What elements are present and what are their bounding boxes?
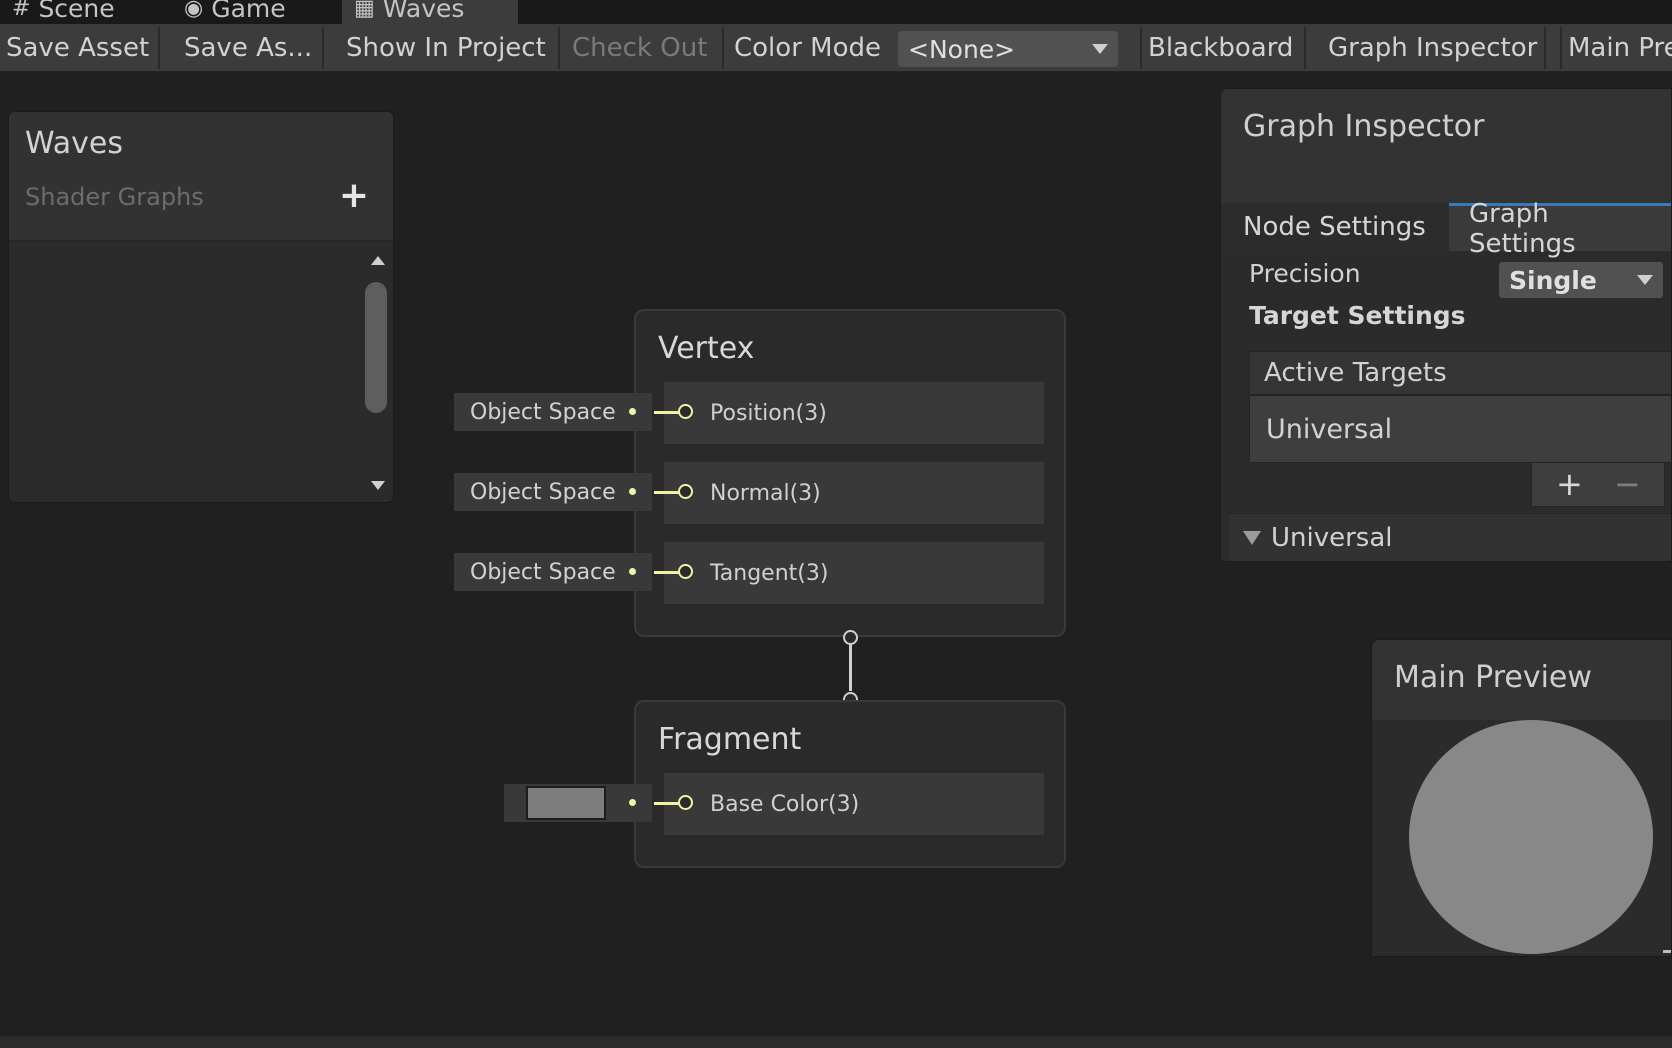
vertex-node-title: Vertex <box>658 331 755 366</box>
tab-scene[interactable]: # Scene <box>0 0 127 24</box>
active-targets-footer: + − <box>1531 463 1665 507</box>
save-asset-button[interactable]: Save Asset <box>0 27 160 69</box>
precision-dropdown[interactable]: Single <box>1499 262 1663 298</box>
remove-target-button[interactable]: − <box>1614 465 1641 503</box>
shader-graph-window: # Scene ◉ Game ▦ Waves Save Asset Save A… <box>0 0 1672 1048</box>
shader-graph-icon: ▦ <box>354 0 375 21</box>
tangent-output-dot <box>629 568 636 575</box>
vertex-slot-tangent[interactable]: Tangent(3) <box>664 542 1044 604</box>
position-output-dot <box>629 408 636 415</box>
base-color-output-dot <box>629 799 636 806</box>
main-preview-title: Main Preview <box>1394 660 1592 695</box>
grid-hash-icon: # <box>12 0 31 21</box>
tangent-port[interactable] <box>678 564 693 579</box>
blackboard-panel: Waves Shader Graphs + <box>8 111 394 503</box>
blackboard-title: Waves <box>25 126 123 161</box>
blackboard-subtitle: Shader Graphs <box>25 183 204 211</box>
check-out-button[interactable]: Check Out <box>566 27 724 69</box>
blackboard-toggle-button[interactable]: Blackboard <box>1140 27 1306 69</box>
active-target-item[interactable]: Universal <box>1249 395 1671 463</box>
gamepad-icon: ◉ <box>184 0 204 21</box>
fragment-slot-base-color[interactable]: Base Color(3) <box>664 773 1044 835</box>
fragment-node-title: Fragment <box>658 722 802 757</box>
vertex-slot-normal[interactable]: Normal(3) <box>664 462 1044 524</box>
show-in-project-button[interactable]: Show In Project <box>340 27 560 69</box>
tab-waves-label: Waves <box>382 0 465 23</box>
main-preview-panel: Main Preview <box>1371 639 1672 957</box>
blackboard-header: Waves Shader Graphs + <box>9 112 393 242</box>
universal-section-label: Universal <box>1271 522 1393 553</box>
main-preview-toggle-button[interactable]: Main Preview <box>1560 27 1672 69</box>
tangent-space-input[interactable]: Object Space <box>454 553 652 591</box>
tab-waves[interactable]: ▦ Waves <box>342 0 518 24</box>
add-target-button[interactable]: + <box>1556 465 1583 503</box>
chevron-down-icon <box>1637 275 1653 285</box>
fragment-node[interactable]: Fragment Base Color(3) <box>634 700 1066 868</box>
chevron-down-icon <box>1092 44 1108 54</box>
vertex-fragment-flow-edge <box>849 643 852 691</box>
scroll-down-arrow-icon[interactable] <box>371 481 385 490</box>
tab-graph-settings[interactable]: Graph Settings <box>1449 199 1671 259</box>
toolbar: Save Asset Save As... Show In Project Ch… <box>0 24 1672 72</box>
base-color-port[interactable] <box>678 795 693 810</box>
vertex-slot-position[interactable]: Position(3) <box>664 382 1044 444</box>
precision-label: Precision <box>1249 259 1361 288</box>
status-bar <box>0 1036 1672 1048</box>
graph-inspector-toggle-button[interactable]: Graph Inspector <box>1322 27 1546 69</box>
graph-inspector-header: Graph Inspector <box>1221 89 1671 203</box>
graph-inspector-panel: Graph Inspector Node Settings Graph Sett… <box>1220 88 1672 562</box>
save-as-button[interactable]: Save As... <box>178 27 324 69</box>
blackboard-scrollbar-thumb[interactable] <box>365 282 387 413</box>
foldout-triangle-icon <box>1243 530 1261 545</box>
tab-node-settings[interactable]: Node Settings <box>1221 203 1449 251</box>
color-mode-label: Color Mode <box>734 33 881 63</box>
precision-value: Single <box>1509 265 1597 295</box>
tab-game[interactable]: ◉ Game <box>172 0 298 24</box>
main-preview-header: Main Preview <box>1372 640 1671 720</box>
resize-handle-icon[interactable] <box>1663 950 1671 953</box>
normal-space-input[interactable]: Object Space <box>454 473 652 511</box>
target-settings-heading: Target Settings <box>1249 301 1466 330</box>
editor-tab-strip: # Scene ◉ Game ▦ Waves <box>0 0 1672 24</box>
normal-output-dot <box>629 488 636 495</box>
position-port[interactable] <box>678 404 693 419</box>
add-property-button[interactable]: + <box>339 178 369 214</box>
active-targets-header: Active Targets <box>1249 351 1671 395</box>
color-mode-value: <None> <box>908 34 1016 64</box>
normal-port[interactable] <box>678 484 693 499</box>
tab-game-label: Game <box>211 0 286 23</box>
vertex-node[interactable]: Vertex Position(3) Normal(3) Tangent(3) <box>634 309 1066 637</box>
base-color-swatch[interactable] <box>526 786 606 820</box>
graph-inspector-title: Graph Inspector <box>1243 109 1485 144</box>
tab-scene-label: Scene <box>38 0 115 23</box>
position-space-input[interactable]: Object Space <box>454 393 652 431</box>
universal-section-foldout[interactable]: Universal <box>1229 513 1671 561</box>
color-mode-dropdown[interactable]: <None> <box>898 31 1118 67</box>
preview-sphere[interactable] <box>1409 720 1653 954</box>
scroll-up-arrow-icon[interactable] <box>371 256 385 265</box>
